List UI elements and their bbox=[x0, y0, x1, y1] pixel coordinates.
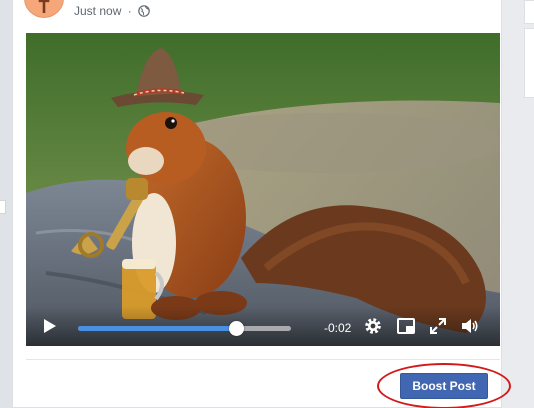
right-panel-edge bbox=[512, 0, 534, 408]
footer-divider bbox=[26, 359, 500, 360]
left-panel-edge bbox=[0, 0, 12, 408]
video-player[interactable]: -0:02 bbox=[26, 33, 500, 346]
post-meta: Just now · bbox=[74, 4, 150, 18]
progress-handle[interactable] bbox=[228, 321, 244, 336]
play-icon[interactable] bbox=[40, 317, 58, 335]
avatar[interactable]: T bbox=[24, 0, 64, 18]
globe-icon[interactable] bbox=[138, 5, 150, 17]
progress-bar[interactable] bbox=[78, 321, 291, 336]
right-panel-box bbox=[524, 28, 534, 98]
boost-post-button[interactable]: Boost Post bbox=[400, 373, 488, 399]
volume-icon[interactable] bbox=[460, 316, 480, 336]
time-remaining: -0:02 bbox=[324, 321, 352, 335]
post-timestamp[interactable]: Just now bbox=[74, 4, 121, 18]
right-panel-box bbox=[524, 0, 534, 24]
pip-icon[interactable] bbox=[396, 316, 416, 336]
meta-separator: · bbox=[127, 4, 132, 18]
video-frame-squirrel bbox=[26, 33, 500, 346]
progress-fill bbox=[78, 326, 236, 331]
video-controls: -0:02 bbox=[26, 306, 500, 346]
left-panel-notch bbox=[0, 200, 6, 214]
fullscreen-icon[interactable] bbox=[428, 316, 448, 336]
avatar-initial: T bbox=[38, 0, 50, 17]
settings-icon[interactable] bbox=[363, 316, 383, 336]
